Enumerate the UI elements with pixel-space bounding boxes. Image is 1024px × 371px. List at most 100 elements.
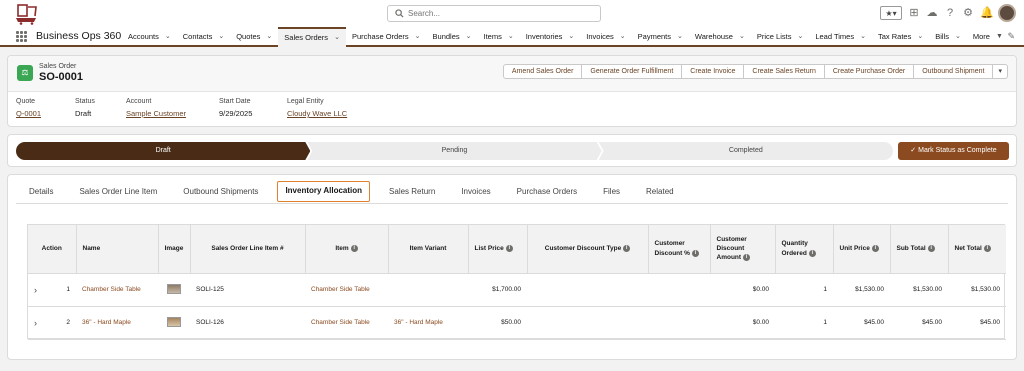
chevron-down-icon[interactable]: ⌄	[568, 27, 574, 47]
nav-item-bundles[interactable]: Bundles ⌄	[427, 27, 478, 47]
cell-name[interactable]: Chamber Side Table	[76, 273, 158, 307]
nav-item-lead-times[interactable]: Lead Times ⌄	[809, 27, 872, 47]
chevron-down-icon[interactable]: ⌄	[739, 27, 745, 47]
tab-files[interactable]: Files	[590, 182, 633, 202]
nav-item-price-lists[interactable]: Price Lists ⌄	[751, 27, 809, 47]
nav-item-items[interactable]: Items ⌄	[478, 27, 520, 47]
nav-item-inventories[interactable]: Inventories ⌄	[520, 27, 581, 47]
chevron-down-icon[interactable]: ⌄	[917, 27, 923, 47]
chevron-down-icon[interactable]: ⌄	[620, 27, 626, 47]
nav-item-payments[interactable]: Payments ⌄	[632, 27, 689, 47]
user-avatar[interactable]	[998, 4, 1016, 22]
info-icon[interactable]: i	[350, 244, 358, 252]
nav-item-bills[interactable]: Bills ⌄	[929, 27, 967, 47]
column-header-sales-order-line-item-[interactable]: Sales Order Line Item #	[190, 225, 306, 274]
tab-sales-return[interactable]: Sales Return	[376, 182, 448, 202]
info-icon[interactable]: i	[691, 249, 699, 257]
action-create-purchase-order-button[interactable]: Create Purchase Order	[823, 64, 915, 79]
column-header-customer-discount-type[interactable]: Customer Discount Type i	[527, 225, 649, 274]
action-generate-order-fulfillment-button[interactable]: Generate Order Fulfillment	[581, 64, 683, 79]
favorites-star-icon[interactable]: ★▾	[880, 6, 902, 20]
nav-item-accounts[interactable]: Accounts ⌄	[122, 27, 177, 47]
info-icon[interactable]: i	[983, 244, 991, 252]
action-amend-sales-order-button[interactable]: Amend Sales Order	[502, 64, 583, 79]
nav-item-quotes[interactable]: Quotes ⌄	[230, 27, 278, 47]
nav-item-sales-orders[interactable]: Sales Orders ⌄	[278, 27, 346, 47]
cell-item[interactable]: Chamber Side Table	[305, 306, 388, 340]
product-thumbnail[interactable]	[167, 283, 181, 294]
nav-item-warehouse[interactable]: Warehouse ⌄	[689, 27, 751, 47]
setup-gear-icon[interactable]: ⚙	[962, 7, 974, 19]
tab-purchase-orders[interactable]: Purchase Orders	[504, 182, 590, 202]
add-icon[interactable]: ⊞	[908, 7, 920, 19]
nav-item-contacts[interactable]: Contacts ⌄	[177, 27, 230, 47]
info-icon[interactable]: i	[927, 244, 935, 252]
path-step-completed[interactable]: Completed	[598, 142, 893, 160]
column-header-image[interactable]: Image	[158, 225, 191, 274]
tab-inventory-allocation[interactable]: Inventory Allocation	[277, 181, 371, 202]
chevron-down-icon[interactable]: ⌄	[334, 29, 340, 47]
chevron-down-icon[interactable]: ⌄	[955, 27, 961, 47]
info-icon[interactable]: i	[623, 244, 631, 252]
chevron-down-icon[interactable]: ⌄	[860, 27, 866, 47]
column-header-item-variant[interactable]: Item Variant	[388, 225, 469, 274]
more-actions-dropdown-icon[interactable]: ▾	[992, 64, 1008, 79]
chevron-down-icon[interactable]: ⌄	[415, 27, 421, 47]
action-create-invoice-button[interactable]: Create Invoice	[681, 64, 745, 79]
chevron-down-icon[interactable]: ⌄	[466, 27, 472, 47]
info-icon[interactable]: i	[808, 249, 816, 257]
nav-item-invoices[interactable]: Invoices ⌄	[580, 27, 631, 47]
cell-item[interactable]: Chamber Side Table	[305, 273, 388, 307]
app-launcher-icon[interactable]	[16, 31, 27, 42]
chevron-down-icon[interactable]: ⌄	[165, 27, 171, 47]
mark-status-complete-button[interactable]: ✓ Mark Status as Complete	[898, 142, 1009, 160]
path-step-pending[interactable]: Pending	[307, 142, 601, 160]
chevron-down-icon[interactable]: ⌄	[266, 27, 272, 47]
tab-sales-order-line-item[interactable]: Sales Order Line Item	[66, 182, 170, 202]
action-create-sales-return-button[interactable]: Create Sales Return	[743, 64, 825, 79]
info-icon[interactable]: i	[743, 254, 751, 262]
chevron-down-icon[interactable]: ⌄	[797, 27, 803, 47]
cell-name[interactable]: 36" - Hard Maple	[76, 306, 158, 340]
company-logo-icon[interactable]	[14, 3, 40, 25]
column-header-item[interactable]: Item i	[305, 225, 389, 274]
column-header-action[interactable]: Action	[28, 225, 77, 274]
info-icon[interactable]: i	[871, 244, 879, 252]
sales-order-object-icon: ⚖	[17, 65, 33, 81]
tab-outbound-shipments[interactable]: Outbound Shipments	[170, 182, 271, 202]
nav-item-tax-rates[interactable]: Tax Rates ⌄	[872, 27, 929, 47]
info-icon[interactable]: i	[505, 244, 513, 252]
cell-variant[interactable]: 36" - Hard Maple	[388, 306, 468, 340]
tab-invoices[interactable]: Invoices	[448, 182, 503, 202]
edit-nav-pencil-icon[interactable]: ✎	[1007, 31, 1015, 42]
chevron-down-icon[interactable]: ⌄	[677, 27, 683, 47]
global-search-input[interactable]: Search...	[387, 5, 601, 22]
tab-details[interactable]: Details	[16, 182, 66, 202]
chevron-down-icon[interactable]: ⌄	[508, 27, 514, 47]
expand-row-chevron-icon[interactable]: ›	[34, 318, 37, 328]
chevron-down-icon[interactable]: ⌄	[218, 27, 224, 47]
path-step-draft[interactable]: Draft	[16, 142, 310, 160]
column-header-unit-price[interactable]: Unit Price i	[833, 225, 891, 274]
column-header-name[interactable]: Name	[76, 225, 159, 274]
account-link[interactable]: Sample Customer	[126, 109, 186, 118]
nav-item-more[interactable]: More ▼	[967, 27, 1009, 47]
nav-item-purchase-orders[interactable]: Purchase Orders ⌄	[346, 27, 427, 47]
cell-variant[interactable]	[388, 273, 468, 307]
expand-row-chevron-icon[interactable]: ›	[34, 285, 37, 295]
quote-link[interactable]: Q-0001	[16, 109, 41, 118]
product-thumbnail[interactable]	[167, 316, 181, 327]
trailhead-icon[interactable]: ☁	[926, 7, 938, 19]
column-header-list-price[interactable]: List Price i	[468, 225, 528, 274]
legal-entity-link[interactable]: Cloudy Wave LLC	[287, 109, 347, 118]
column-header-customer-discount-amount[interactable]: Customer Discount Amount i	[710, 225, 776, 274]
chevron-down-icon[interactable]: ▼	[996, 27, 1003, 47]
column-header-quantity-ordered[interactable]: Quantity Ordered i	[775, 225, 834, 274]
column-header-customer-discount-[interactable]: Customer Discount % i	[648, 225, 711, 274]
column-header-sub-total[interactable]: Sub Total i	[890, 225, 949, 274]
action-outbound-shipment-button[interactable]: Outbound Shipment	[913, 64, 994, 79]
tab-related[interactable]: Related	[633, 182, 687, 202]
column-header-net-total[interactable]: Net Total i	[948, 225, 1006, 274]
notifications-bell-icon[interactable]: 🔔	[980, 7, 994, 19]
help-icon[interactable]: ?	[944, 7, 956, 19]
